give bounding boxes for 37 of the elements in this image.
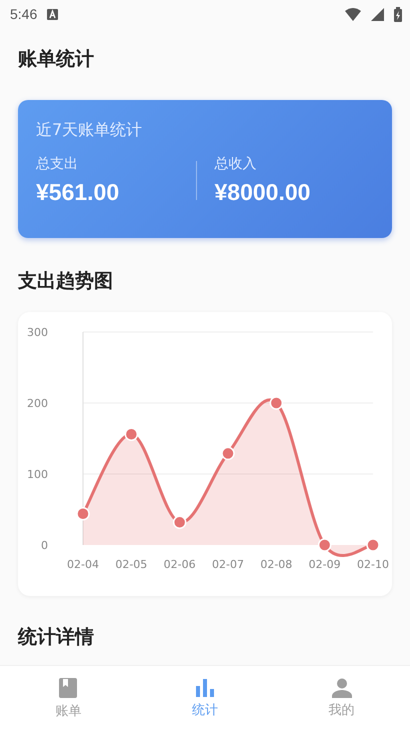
- summary-label: 总支出: [36, 155, 79, 173]
- signal-icon: [371, 8, 384, 20]
- data-point: [76, 507, 90, 520]
- section-title: 支出趋势图: [18, 269, 114, 294]
- nav-tab[interactable]: 我的: [273, 666, 410, 730]
- data-point: [124, 428, 138, 441]
- axis-tick-label: 0: [41, 539, 48, 552]
- axis-tick-label: 02-04: [67, 558, 99, 571]
- data-point: [172, 516, 186, 530]
- summary-amount: ¥8000.00: [214, 179, 312, 206]
- axis-tick-label: 02-05: [115, 558, 148, 571]
- data-point: [318, 538, 332, 552]
- section-title: 统计详情: [18, 625, 95, 650]
- axis-tick-label: 02-09: [308, 558, 341, 571]
- battery-icon: [394, 6, 402, 22]
- summary-label: 总收入: [214, 155, 258, 173]
- bar-chart-icon: [195, 678, 215, 698]
- data-point: [366, 538, 380, 552]
- notification-icon: [47, 8, 58, 20]
- data-point: [221, 446, 235, 460]
- data-point: [270, 396, 284, 410]
- wifi-icon: [345, 8, 361, 20]
- book-icon: [58, 676, 78, 698]
- nav-tab[interactable]: 账单: [0, 666, 137, 730]
- axis-tick-label: 02-08: [260, 558, 292, 571]
- page-title: 账单统计: [18, 47, 95, 72]
- person-icon: [330, 678, 353, 698]
- summary-amount: ¥561.00: [36, 179, 120, 206]
- axis-tick-label: 300: [27, 326, 48, 339]
- axis-tick-label: 02-10: [357, 558, 389, 571]
- axis-tick-label: 200: [27, 397, 48, 410]
- axis-tick-label: 02-07: [212, 558, 244, 571]
- card-title: 近7天账单统计: [36, 120, 144, 141]
- axis-tick-label: 100: [27, 468, 48, 481]
- status-time: 5:46: [10, 6, 38, 22]
- nav-tab[interactable]: 统计: [136, 666, 274, 730]
- axis-tick-label: 02-06: [164, 558, 196, 571]
